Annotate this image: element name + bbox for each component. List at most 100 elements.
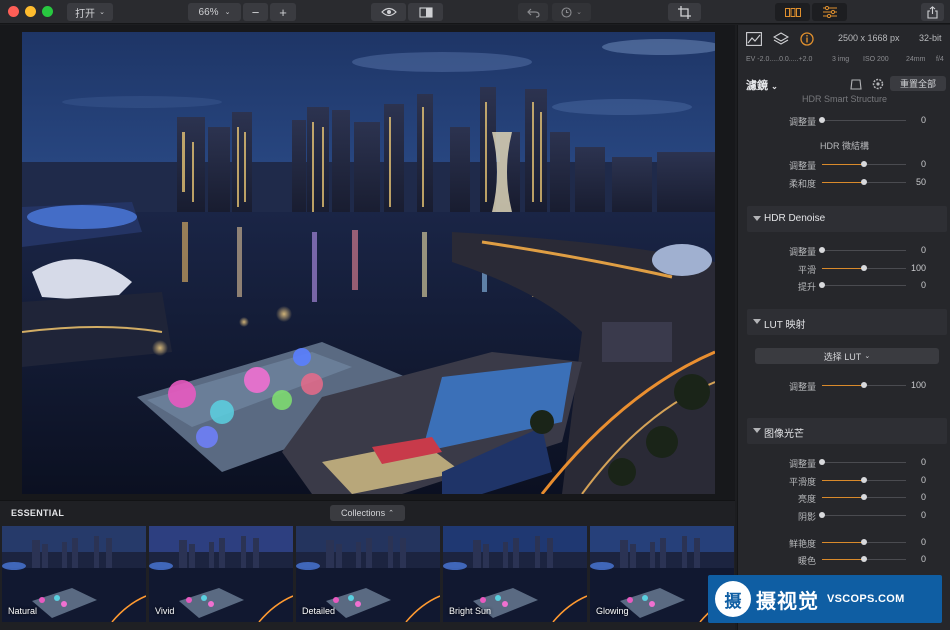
exif-focal: 24mm bbox=[906, 56, 926, 63]
slider-value: 0 bbox=[920, 280, 926, 290]
slider-value: 0 bbox=[920, 159, 926, 169]
preview-eye-button[interactable] bbox=[371, 3, 406, 21]
slider-label: 暖色 bbox=[797, 556, 816, 566]
close-window-button[interactable] bbox=[8, 6, 19, 17]
preset-thumbnail[interactable]: Detailed bbox=[296, 526, 440, 622]
slider-fill bbox=[822, 480, 864, 481]
info-icon[interactable] bbox=[800, 32, 814, 46]
slider-label: 调整量 bbox=[788, 459, 816, 469]
minimize-window-button[interactable] bbox=[25, 6, 36, 17]
filters-header: 濾鏡 ⌄ 重置全部 bbox=[738, 73, 950, 95]
slider-track[interactable] bbox=[822, 250, 906, 251]
section-hdr-denoise[interactable]: HDR Denoise bbox=[747, 206, 947, 232]
slider-row[interactable]: 阴影 0 bbox=[738, 509, 950, 523]
adjustments-toggle-button[interactable] bbox=[812, 3, 847, 21]
preset-thumbnail[interactable]: Bright Sun bbox=[443, 526, 587, 622]
share-button[interactable] bbox=[921, 3, 944, 21]
crop-button[interactable] bbox=[668, 3, 701, 21]
slider-row[interactable]: 平滑度 0 bbox=[738, 474, 950, 488]
exif-aperture: f/4 bbox=[936, 56, 944, 63]
slider-row[interactable]: 提升 0 bbox=[738, 279, 950, 293]
slider-track[interactable] bbox=[822, 285, 906, 286]
slider-row[interactable]: 调整量 0 bbox=[738, 456, 950, 470]
preset-thumbnail[interactable]: Natural bbox=[2, 526, 146, 622]
lut-select[interactable]: 选择 LUT ⌄ bbox=[755, 348, 939, 364]
chevron-down-icon: ⌄ bbox=[224, 9, 231, 16]
slider-knob[interactable] bbox=[861, 179, 867, 185]
slider-value: 0 bbox=[920, 554, 926, 564]
slider-row[interactable]: 调整量 0 bbox=[738, 244, 950, 258]
slider-knob[interactable] bbox=[861, 161, 867, 167]
zoom-select[interactable]: 66% ⌄ bbox=[188, 3, 241, 21]
slider-row[interactable]: 平滑 100 bbox=[738, 262, 950, 276]
slider-row[interactable]: 调整量 100 bbox=[738, 379, 950, 393]
history-button[interactable]: ⌄ bbox=[552, 3, 591, 21]
histogram-icon[interactable] bbox=[746, 32, 762, 46]
slider-fill bbox=[822, 385, 864, 386]
preset-thumbnail[interactable]: Vivid bbox=[149, 526, 293, 622]
photo-preview[interactable] bbox=[22, 32, 715, 494]
slider-knob[interactable] bbox=[819, 247, 825, 253]
undo-button[interactable] bbox=[518, 3, 548, 21]
aurora-hdr-window: 打开 ⌄ 66% ⌄ − + ⌄ ESSENTIAL Collections ⌃… bbox=[0, 0, 950, 630]
section-lut-mapping[interactable]: LUT 映射 bbox=[747, 309, 947, 335]
slider-label: 调整量 bbox=[788, 247, 816, 257]
slider-knob[interactable] bbox=[819, 512, 825, 518]
slider-track[interactable] bbox=[822, 120, 906, 121]
layers-icon[interactable] bbox=[773, 32, 789, 46]
slider-label: 阴影 bbox=[797, 512, 816, 522]
settings-icon[interactable] bbox=[872, 78, 884, 90]
filters-dropdown[interactable]: 濾鏡 ⌄ bbox=[746, 77, 778, 93]
chevron-up-icon: ⌃ bbox=[388, 510, 394, 517]
presets-toggle-button[interactable] bbox=[775, 3, 810, 21]
section-image-glow[interactable]: 图像光芒 bbox=[747, 418, 947, 444]
slider-label: 鲜艳度 bbox=[788, 539, 816, 549]
preset-category-title: ESSENTIAL bbox=[11, 508, 65, 518]
toolbar: 打开 ⌄ 66% ⌄ − + ⌄ bbox=[0, 0, 950, 24]
zoom-in-button[interactable]: + bbox=[270, 3, 296, 21]
zoom-out-button[interactable]: − bbox=[243, 3, 268, 21]
slider-value: 0 bbox=[920, 492, 926, 502]
preset-label: Natural bbox=[8, 606, 38, 616]
mask-icon[interactable] bbox=[850, 79, 862, 90]
slider-track[interactable] bbox=[822, 462, 906, 463]
slider-row[interactable]: 调整量 0 bbox=[738, 114, 950, 128]
zoom-in-label: + bbox=[279, 4, 287, 20]
slider-label: 提升 bbox=[797, 282, 816, 292]
slider-knob[interactable] bbox=[819, 282, 825, 288]
slider-label: 平滑 bbox=[797, 265, 816, 275]
split-view-icon bbox=[418, 6, 433, 18]
zoom-value: 66% bbox=[198, 6, 219, 18]
crop-icon bbox=[678, 5, 691, 19]
open-button[interactable]: 打开 ⌄ bbox=[67, 3, 113, 21]
chevron-down-icon: ⌄ bbox=[864, 353, 871, 360]
slider-fill bbox=[822, 268, 864, 269]
slider-knob[interactable] bbox=[861, 477, 867, 483]
slider-row[interactable]: 亮度 0 bbox=[738, 491, 950, 505]
slider-row[interactable]: 调整量 0 bbox=[738, 158, 950, 172]
lut-title: LUT 映射 bbox=[764, 320, 806, 331]
collections-button[interactable]: Collections ⌃ bbox=[330, 505, 405, 521]
chevron-down-icon: ⌄ bbox=[99, 9, 105, 16]
canvas-area[interactable] bbox=[0, 25, 735, 500]
reset-all-button[interactable]: 重置全部 bbox=[890, 76, 946, 91]
hdr-smart-structure-title: HDR Smart Structure bbox=[801, 94, 888, 104]
slider-knob[interactable] bbox=[861, 494, 867, 500]
slider-track[interactable] bbox=[822, 515, 906, 516]
preset-label: Vivid bbox=[155, 606, 175, 616]
slider-knob[interactable] bbox=[819, 117, 825, 123]
slider-knob[interactable] bbox=[861, 265, 867, 271]
eye-icon bbox=[380, 7, 397, 17]
filters-title: 濾鏡 bbox=[746, 80, 768, 92]
preset-label: Detailed bbox=[302, 606, 336, 616]
slider-knob[interactable] bbox=[861, 556, 867, 562]
compare-split-button[interactable] bbox=[408, 3, 443, 21]
slider-row[interactable]: 暖色 0 bbox=[738, 553, 950, 567]
slider-row[interactable]: 鲜艳度 0 bbox=[738, 536, 950, 550]
zoom-window-button[interactable] bbox=[42, 6, 53, 17]
slider-row[interactable]: 柔和度 50 bbox=[738, 176, 950, 190]
slider-fill bbox=[822, 182, 864, 183]
slider-knob[interactable] bbox=[861, 382, 867, 388]
slider-knob[interactable] bbox=[861, 539, 867, 545]
slider-knob[interactable] bbox=[819, 459, 825, 465]
